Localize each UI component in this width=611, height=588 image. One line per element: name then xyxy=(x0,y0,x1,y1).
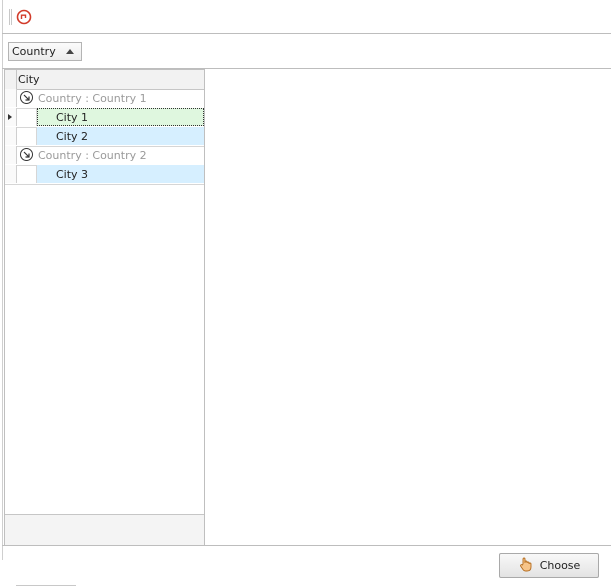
footer-divider xyxy=(2,545,611,546)
city-cell[interactable]: City 1 xyxy=(37,108,204,126)
window-frame-left xyxy=(2,0,3,560)
choose-button-label: Choose xyxy=(539,559,581,572)
row-indicator xyxy=(5,89,17,107)
group-chip-label: Country xyxy=(12,45,56,58)
city-cell[interactable]: City 2 xyxy=(37,127,204,145)
column-header-city[interactable]: City xyxy=(18,73,40,86)
grid-footer xyxy=(5,514,204,545)
row-indicator xyxy=(5,127,17,145)
group-indent xyxy=(17,127,37,145)
header-indicator-cell xyxy=(5,70,17,89)
current-row-arrow-icon xyxy=(8,114,12,120)
choose-button[interactable]: Choose xyxy=(499,553,599,578)
table-row[interactable]: City 3 xyxy=(5,165,204,185)
city-grid: City Country : Country 1 City 1 City 2 C… xyxy=(4,69,205,545)
table-row[interactable]: City 2 xyxy=(5,127,204,147)
collapse-group-icon[interactable] xyxy=(20,91,33,104)
group-indent xyxy=(17,165,37,183)
toolbar-divider xyxy=(2,33,611,34)
group-label: Country : Country 1 xyxy=(38,92,147,105)
city-cell[interactable]: City 3 xyxy=(37,165,204,183)
grid-header: City xyxy=(5,70,204,90)
hand-pointer-icon xyxy=(518,556,534,575)
row-indicator xyxy=(5,165,17,183)
group-by-country-chip[interactable]: Country xyxy=(8,42,82,61)
refresh-icon[interactable] xyxy=(15,8,33,26)
collapse-group-icon[interactable] xyxy=(20,148,33,161)
group-indent xyxy=(17,108,37,126)
row-indicator xyxy=(5,146,17,164)
status-strip xyxy=(16,585,76,586)
sort-ascending-icon xyxy=(66,49,74,54)
table-row[interactable]: City 1 xyxy=(5,108,204,128)
group-label: Country : Country 2 xyxy=(38,149,147,162)
group-row-country-1[interactable]: Country : Country 1 xyxy=(5,89,204,109)
group-row-country-2[interactable]: Country : Country 2 xyxy=(5,146,204,166)
toolbar-grip[interactable] xyxy=(9,9,12,25)
row-indicator xyxy=(5,108,17,126)
